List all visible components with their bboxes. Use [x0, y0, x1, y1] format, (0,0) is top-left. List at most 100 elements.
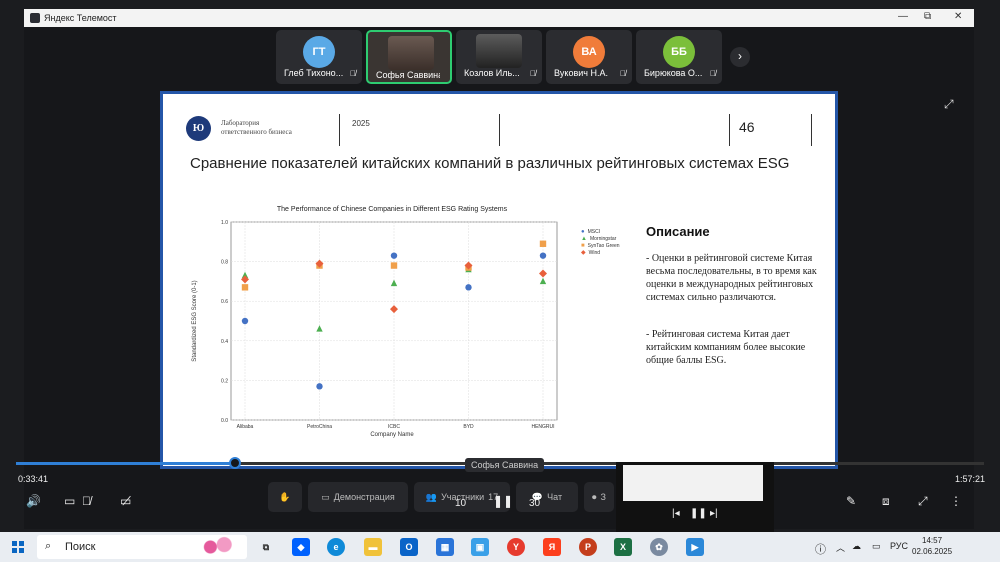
- y-tick-label: 0.8: [221, 260, 228, 266]
- forward-button[interactable]: 30: [529, 498, 540, 509]
- maximize-button[interactable]: ⧉: [924, 11, 931, 22]
- fullscreen-icon[interactable]: ⤢: [944, 97, 954, 112]
- data-point-syntao-green: [539, 240, 547, 247]
- avatar: ББ: [663, 36, 695, 68]
- divider: [811, 114, 812, 146]
- legend-item: ● MSCI: [581, 229, 620, 236]
- y-tick-label: 0.2: [221, 378, 228, 384]
- x-tick-label: HENGRUI: [531, 424, 554, 430]
- speaker-label: Софья Саввина: [465, 458, 545, 472]
- progress-handle[interactable]: [228, 457, 241, 469]
- telemost-taskbar-icon[interactable]: ▶: [686, 538, 704, 556]
- data-point-msci: [390, 252, 398, 259]
- legend-marker: ▲: [581, 236, 587, 242]
- display-icon[interactable]: ▭: [872, 541, 881, 552]
- clock[interactable]: 14:57 02.06.2025: [912, 535, 952, 557]
- task-view-icon[interactable]: ⧉: [257, 538, 275, 556]
- divider: [339, 114, 340, 146]
- legend-label: MSCI: [587, 229, 601, 235]
- next-icon[interactable]: ▸|: [710, 508, 718, 519]
- legend-label: SynTao Green: [587, 243, 620, 249]
- participant-tile[interactable]: ГТ Глеб Тихоно... 🎙̸: [276, 30, 362, 84]
- participant-tile[interactable]: Козлов Иль... 🎙̸: [456, 30, 542, 84]
- volume-icon[interactable]: 🔊: [26, 494, 41, 508]
- cloud-icon[interactable]: ☁: [852, 541, 861, 552]
- yandex-browser-icon[interactable]: Y: [507, 538, 525, 556]
- participant-tile[interactable]: ВА Вукович Н.А. 🎙̸: [546, 30, 632, 84]
- chart-title: The Performance of Chinese Companies in …: [277, 206, 508, 213]
- legend-label: Wind: [588, 250, 601, 256]
- record-icon: ⏺: [592, 491, 597, 502]
- pen-icon[interactable]: ✎: [846, 494, 856, 508]
- more-icon[interactable]: ⋮: [950, 494, 962, 508]
- pause-icon[interactable]: ❚❚: [493, 494, 513, 508]
- data-point-msci: [465, 284, 472, 291]
- minimize-button[interactable]: —: [898, 11, 908, 22]
- participant-tile[interactable]: ББ Бирюкова О... 🎙̸: [636, 30, 722, 84]
- yandex-icon[interactable]: Я: [543, 538, 561, 556]
- data-point-msci: [241, 317, 249, 325]
- mic-off-icon[interactable]: 🎙̸: [82, 494, 91, 508]
- divider: [729, 114, 730, 146]
- mic-off-icon: 🎙̸: [620, 69, 626, 78]
- help-icon[interactable]: ⓘ: [815, 541, 826, 557]
- y-tick-label: 0.6: [221, 299, 228, 305]
- slide-page-number: 46: [739, 119, 755, 135]
- language-indicator[interactable]: РУС: [890, 541, 908, 551]
- y-axis-label: Standardized ESG Score (0-1): [192, 280, 198, 361]
- slide-title: Сравнение показателей китайских компаний…: [190, 155, 790, 172]
- divider: [499, 114, 500, 146]
- layout-icon[interactable]: ⧈: [882, 494, 890, 509]
- shared-slide: Ю Лаборатория ответственного бизнеса 202…: [163, 94, 835, 466]
- store-icon[interactable]: ▦: [436, 538, 454, 556]
- dropbox-icon[interactable]: ◆: [292, 538, 310, 556]
- subtitles-icon[interactable]: ▭: [64, 494, 75, 508]
- y-tick-label: 1.0: [221, 220, 228, 226]
- prev-icon[interactable]: |◂: [672, 508, 680, 519]
- raise-hand-button[interactable]: ✋: [268, 482, 302, 512]
- pause-small-icon[interactable]: ❚❚: [690, 508, 707, 519]
- lab-name: Лаборатория ответственного бизнеса: [221, 119, 292, 136]
- app-icon[interactable]: ✿: [650, 538, 668, 556]
- legend-marker: ●: [581, 229, 585, 235]
- preview-thumbnail[interactable]: |◂ ❚❚ ▸|: [616, 462, 774, 532]
- record-button[interactable]: ⏺ З: [584, 482, 614, 512]
- next-participants-button[interactable]: ›: [730, 47, 750, 67]
- title-bar: Яндекс Телемост — ⧉ ✕: [24, 9, 974, 27]
- chart-legend: ● MSCI ▲ Morningstar ■ SynTao Green ◆ Wind: [581, 229, 620, 257]
- fullscreen-toggle-icon[interactable]: ⤢: [918, 494, 928, 509]
- people-icon: 👥: [425, 491, 438, 502]
- chat-button[interactable]: 💬 Чат: [516, 482, 578, 512]
- file-explorer-icon[interactable]: ▬: [364, 538, 382, 556]
- participant-tile-speaking[interactable]: Софья Саввина: [366, 30, 452, 84]
- windows-start-icon[interactable]: [12, 541, 24, 553]
- legend-item: ◆ Wind: [581, 250, 620, 257]
- participant-name: Вукович Н.А.: [554, 68, 608, 78]
- os-taskbar: ⌕ Поиск ⧉ ◆ e ▬ O ▦ ▣ Y Я P X ✿ ▶ ⓘ ︿ ☁ …: [0, 532, 1000, 562]
- control-bar: 🔊 ▭ 🎙̸ ▭̸ ✋ ▭ Демонстрация 👥 Участники 1…: [0, 482, 1000, 514]
- x-tick-label: BYD: [463, 424, 474, 430]
- progress-fill: [16, 462, 235, 465]
- chat-label: Чат: [547, 492, 563, 502]
- esg-scatter-chart: The Performance of Chinese Companies in …: [192, 206, 558, 438]
- close-button[interactable]: ✕: [954, 11, 962, 22]
- participant-name: Глеб Тихоно...: [284, 68, 344, 78]
- outlook-icon[interactable]: O: [400, 538, 418, 556]
- x-axis-label: Company Name: [370, 432, 414, 438]
- screen-share-icon: ▭: [321, 491, 330, 502]
- y-tick-label: 0.0: [221, 418, 228, 424]
- ms-icon[interactable]: ▣: [471, 538, 489, 556]
- description-point-1: - Оценки в рейтинговой системе Китая вес…: [646, 253, 817, 303]
- camera-off-icon[interactable]: ▭̸: [120, 494, 131, 508]
- tray-expand-icon[interactable]: ︿: [836, 541, 845, 554]
- description-point-2: - Рейтинговая система Китая дает китайск…: [646, 329, 806, 366]
- powerpoint-icon[interactable]: P: [579, 538, 597, 556]
- participant-name: Бирюкова О...: [644, 68, 703, 78]
- screen-share-button[interactable]: ▭ Демонстрация: [308, 482, 408, 512]
- legend-item: ▲ Morningstar: [581, 236, 620, 243]
- rewind-button[interactable]: 10: [455, 498, 466, 509]
- excel-icon[interactable]: X: [614, 538, 632, 556]
- x-tick-label: PetroChina: [307, 424, 332, 430]
- preview-screen: [623, 465, 763, 501]
- edge-icon[interactable]: e: [327, 538, 345, 556]
